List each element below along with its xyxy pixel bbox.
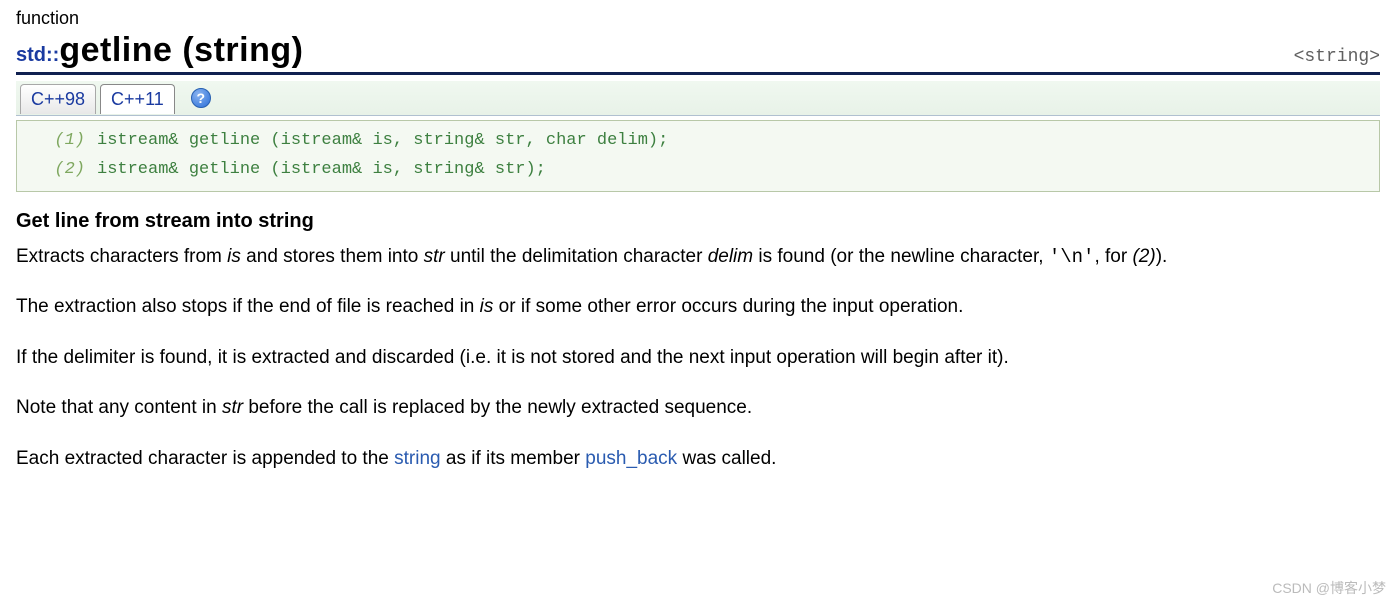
signature-row: (2) istream& getline (istream& is, strin… (27, 156, 1369, 185)
signature-code: istream& getline (istream& is, string& s… (97, 156, 546, 185)
category-label: function (16, 8, 1380, 29)
param-str: str (424, 246, 445, 267)
param-str: str (222, 397, 243, 418)
paragraph-2: The extraction also stops if the end of … (16, 293, 1380, 322)
link-string[interactable]: string (394, 448, 440, 469)
description: Extracts characters from is and stores t… (16, 243, 1380, 474)
overload-ref: (2) (1132, 246, 1155, 267)
text: and stores them into (241, 246, 424, 267)
signature-number: (1) (27, 127, 97, 156)
param-delim: delim (708, 246, 753, 267)
section-title: Get line from stream into string (16, 210, 1380, 233)
version-tabs: C++98 C++11 ? (16, 81, 1380, 116)
tab-cpp11[interactable]: C++11 (100, 84, 175, 114)
page-title: getline (string) (59, 31, 303, 70)
paragraph-5: Each extracted character is appended to … (16, 445, 1380, 474)
text: or if some other error occurs during the… (493, 296, 963, 317)
text: before the call is replaced by the newly… (243, 397, 752, 418)
link-push-back[interactable]: push_back (585, 448, 677, 469)
param-is: is (480, 296, 494, 317)
signature-row: (1) istream& getline (istream& is, strin… (27, 127, 1369, 156)
signature-number: (2) (27, 156, 97, 185)
text: was called. (677, 448, 776, 469)
help-icon[interactable]: ? (191, 88, 211, 108)
tab-cpp98[interactable]: C++98 (20, 84, 96, 114)
text: until the delimitation character (445, 246, 708, 267)
signature-block: (1) istream& getline (istream& is, strin… (16, 120, 1380, 192)
text: Note that any content in (16, 397, 222, 418)
paragraph-1: Extracts characters from is and stores t… (16, 243, 1380, 272)
newline-literal: '\n' (1049, 246, 1095, 268)
text: Extracts characters from (16, 246, 227, 267)
namespace-prefix: std:: (16, 44, 59, 67)
text: is found (or the newline character, (753, 246, 1049, 267)
text: , for (1094, 246, 1132, 267)
signature-code: istream& getline (istream& is, string& s… (97, 127, 668, 156)
watermark: CSDN @博客小梦 (1272, 578, 1386, 598)
param-is: is (227, 246, 241, 267)
text: The extraction also stops if the end of … (16, 296, 480, 317)
text: Each extracted character is appended to … (16, 448, 394, 469)
text: as if its member (441, 448, 586, 469)
paragraph-3: If the delimiter is found, it is extract… (16, 344, 1380, 373)
paragraph-4: Note that any content in str before the … (16, 394, 1380, 423)
text: ). (1156, 246, 1168, 267)
title-row: std:: getline (string) <string> (16, 31, 1380, 75)
header-include[interactable]: <string> (1294, 47, 1380, 67)
